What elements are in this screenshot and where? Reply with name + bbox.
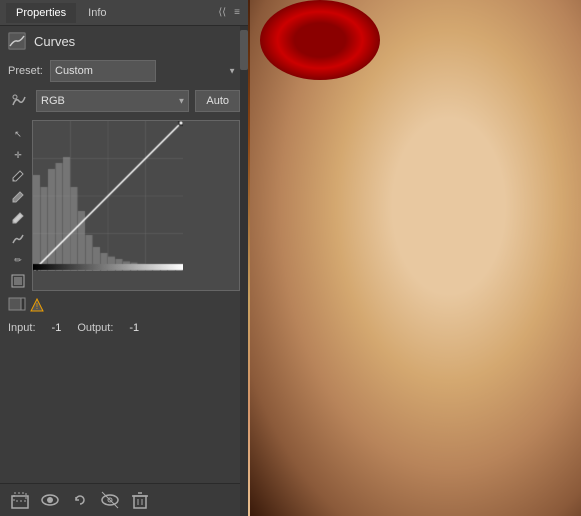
channel-select[interactable]: RGB Red Green Blue — [36, 90, 189, 112]
output-label: Output: — [77, 322, 113, 334]
io-row: Input: -1 Output: -1 — [0, 318, 248, 338]
tab-info[interactable]: Info — [78, 3, 116, 23]
eyedropper-white-tool[interactable] — [8, 208, 28, 228]
spacer — [0, 338, 248, 483]
smooth-curve-tool[interactable] — [8, 229, 28, 249]
panel-title: Curves — [34, 34, 75, 49]
scrollbar-thumb[interactable] — [240, 30, 248, 70]
photo-red-accent — [260, 0, 380, 80]
warning-row: ! — [0, 295, 248, 318]
warning-icon: ! — [30, 298, 44, 315]
tab-properties[interactable]: Properties — [6, 3, 76, 23]
reset-button[interactable] — [68, 488, 92, 512]
bottom-toolbar — [0, 483, 248, 516]
panel-tab-bar: Properties Info ⟨⟨ ≡ — [0, 0, 248, 26]
auto-button[interactable]: Auto — [195, 90, 240, 112]
preset-row: Preset: Custom Default Strong Contrast M… — [0, 56, 248, 86]
tab-group: Properties Info — [6, 3, 117, 23]
preset-select[interactable]: Custom Default Strong Contrast Medium Co… — [50, 60, 156, 82]
mask-tool[interactable] — [8, 271, 28, 291]
clip-to-layer-button[interactable] — [8, 488, 32, 512]
channel-row: RGB Red Green Blue Auto — [0, 86, 248, 116]
mask-icon — [8, 297, 26, 316]
panel-menu-button[interactable]: ≡ — [232, 5, 242, 20]
pointer-tool[interactable]: ↖ — [8, 124, 28, 144]
channel-select-wrapper: RGB Red Green Blue — [36, 90, 189, 112]
curve-tool-button[interactable] — [8, 90, 30, 112]
curves-icon — [8, 32, 26, 50]
view-previous-button[interactable] — [98, 488, 122, 512]
preset-select-wrapper: Custom Default Strong Contrast Medium Co… — [50, 60, 240, 82]
properties-panel: Properties Info ⟨⟨ ≡ Curves Preset: Cust… — [0, 0, 248, 516]
svg-text:!: ! — [36, 302, 38, 311]
curves-graph[interactable] — [32, 120, 240, 291]
input-label: Input: — [8, 322, 36, 334]
panel-header: Curves — [0, 26, 248, 56]
tools-left: ↖ ✛ — [8, 120, 28, 291]
output-value: -1 — [129, 322, 139, 334]
panel-controls: ⟨⟨ ≡ — [216, 5, 242, 20]
add-point-tool[interactable]: ✛ — [8, 145, 28, 165]
delete-button[interactable] — [128, 488, 152, 512]
eyedropper-black-tool[interactable] — [8, 166, 28, 186]
visibility-button[interactable] — [38, 488, 62, 512]
curves-container: ↖ ✛ — [8, 120, 240, 291]
pencil-curve-tool[interactable]: ✏ — [8, 250, 28, 270]
eyedropper-gray-tool[interactable] — [8, 187, 28, 207]
input-value: -1 — [52, 322, 62, 334]
preset-label: Preset: — [8, 65, 44, 77]
scrollbar[interactable] — [240, 26, 248, 516]
collapse-button[interactable]: ⟨⟨ — [216, 5, 228, 20]
